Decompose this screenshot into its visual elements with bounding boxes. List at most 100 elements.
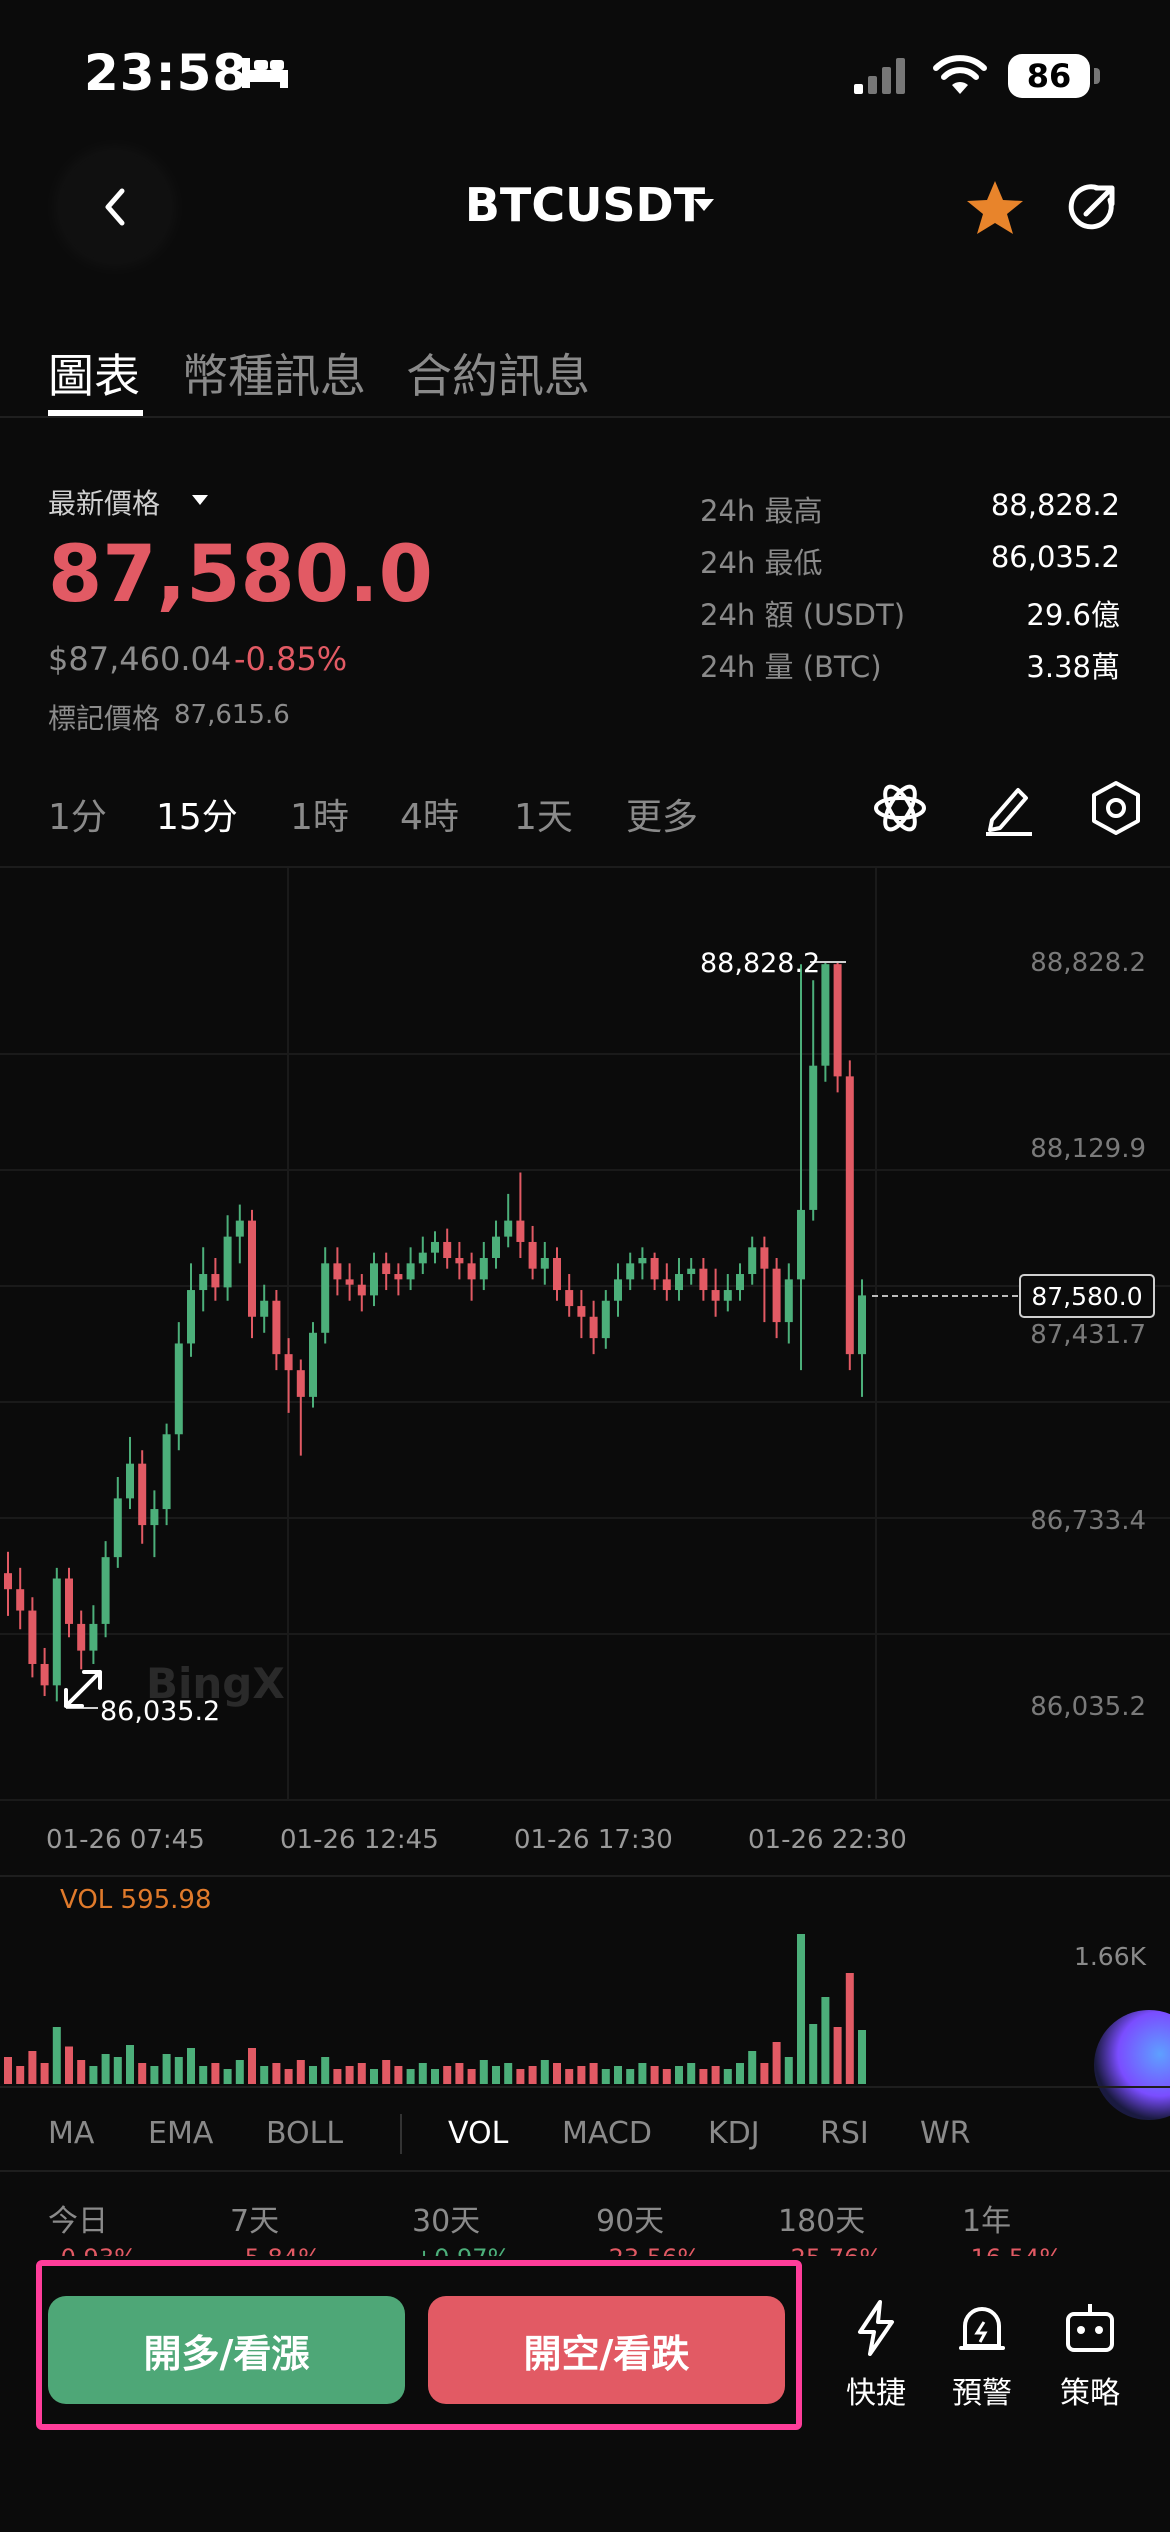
candle-body [223, 1236, 232, 1288]
volume-label: VOL 595.98 [60, 1885, 212, 1915]
tabs-divider [0, 416, 1170, 418]
candle-body [77, 1623, 86, 1651]
candle-body [467, 1263, 476, 1280]
volume-bar [235, 2060, 244, 2084]
stat-high-label: 24h 最高 [700, 494, 823, 528]
volume-bar [52, 2027, 61, 2084]
indicator-macd[interactable]: MACD [562, 2116, 652, 2151]
latest-price-label[interactable]: 最新價格 [48, 482, 160, 522]
volume-bar [528, 2066, 537, 2084]
perf-30d-label: 30天 [412, 2204, 481, 2239]
candle-body [553, 1257, 561, 1291]
volume-max-label: 1.66K [1073, 1942, 1146, 1971]
candle-body [126, 1463, 134, 1499]
candle-body [455, 1257, 464, 1264]
interval-1h[interactable]: 1時 [290, 788, 349, 840]
interval-15m[interactable]: 15分 [156, 788, 238, 840]
volume-bar [431, 2069, 439, 2084]
candle-body [199, 1274, 208, 1291]
price-change-percent: -0.85% [234, 640, 348, 678]
price-alert-label: 預警 [952, 2376, 1012, 2411]
interval-more[interactable]: 更多 [626, 788, 698, 840]
volume-bar [540, 2060, 549, 2084]
volume-bar [174, 2057, 183, 2084]
high-marker-label: 88,828.2 [700, 948, 820, 979]
interval-4h[interactable]: 4時 [400, 788, 459, 840]
volume-bar [504, 2063, 513, 2084]
candle-body [162, 1434, 171, 1510]
volume-bar [614, 2066, 622, 2084]
draw-pencil-icon[interactable] [984, 780, 1034, 840]
volume-bar [357, 2063, 366, 2084]
favorite-star-icon[interactable] [964, 178, 1026, 242]
volume-bar [626, 2069, 635, 2084]
current-price-label: 87,580.0 [1031, 1282, 1142, 1311]
indicator-rsi[interactable]: RSI [820, 2116, 869, 2151]
candle-body [626, 1263, 635, 1280]
perf-7d-label: 7天 [230, 2204, 280, 2239]
candle-body [784, 1279, 793, 1323]
candle-body [650, 1257, 659, 1280]
candle-body [516, 1220, 525, 1242]
caret-down-icon[interactable] [692, 197, 716, 217]
volume-bar [638, 2063, 647, 2084]
candle-body [760, 1247, 769, 1269]
indicator-boll[interactable]: BOLL [266, 2116, 343, 2151]
candle-body [614, 1279, 622, 1301]
share-icon[interactable] [1064, 180, 1120, 240]
volume-bar [736, 2063, 744, 2084]
candle-body [174, 1343, 183, 1435]
battery-tip [1094, 68, 1100, 84]
strategy-button[interactable]: 策略 [1040, 2300, 1140, 2412]
indicator-vol[interactable]: VOL [448, 2116, 508, 2151]
caret-down-icon[interactable] [190, 492, 210, 511]
indicator-kdj[interactable]: KDJ [708, 2116, 760, 2151]
volume-bar [784, 2057, 793, 2084]
candle-body [284, 1354, 293, 1371]
lightning-icon [858, 2300, 894, 2356]
tab-contract-info[interactable]: 合約訊息 [406, 340, 590, 406]
indicator-wr[interactable]: WR [920, 2116, 971, 2151]
candle-body [187, 1290, 195, 1344]
candle-body [565, 1290, 574, 1307]
candle-body [577, 1306, 586, 1317]
volume-bar [296, 2060, 305, 2084]
volume-bar [16, 2066, 25, 2084]
alert-bell-icon [959, 2307, 1005, 2350]
x-axis: 01-26 07:45 01-26 12:45 01-26 17:30 01-26 2… [46, 1825, 907, 1855]
candle-body [797, 1209, 805, 1280]
candle-body [711, 1290, 720, 1301]
candle-body [65, 1578, 73, 1624]
price-alert-button[interactable]: 預警 [932, 2300, 1032, 2412]
quick-trade-button[interactable]: 快捷 [826, 2300, 926, 2412]
chart-settings-icon[interactable] [1090, 780, 1142, 840]
candle-body [675, 1274, 683, 1291]
volume-bar [4, 2057, 12, 2084]
volume-bar [467, 2069, 476, 2084]
volume-bar [699, 2069, 708, 2084]
indicator-ema[interactable]: EMA [148, 2116, 213, 2151]
last-price: 87,580.0 [48, 530, 433, 620]
tab-coin-info[interactable]: 幣種訊息 [182, 340, 366, 406]
interval-1d[interactable]: 1天 [514, 788, 573, 840]
chart-markers: 88,828.2 86,035.2 87,580.0 [64, 948, 1155, 1727]
candle-body [394, 1274, 403, 1280]
robot-icon [1066, 2304, 1114, 2352]
candle-body [772, 1268, 781, 1323]
volume-bar [748, 2051, 757, 2084]
stat-high-value: 88,828.2 [990, 488, 1120, 522]
candle-body [321, 1263, 330, 1333]
indicator-ma[interactable]: MA [48, 2116, 94, 2151]
tab-chart[interactable]: 圖表 [48, 340, 140, 406]
stat-low-label: 24h 最低 [700, 546, 823, 580]
volume-bar [89, 2066, 98, 2084]
volume-bar [723, 2069, 732, 2084]
volume-bar [492, 2066, 500, 2084]
stat-volume-value: 3.38萬 [1026, 650, 1120, 684]
volume-bar [711, 2066, 720, 2084]
volume-bar [516, 2069, 525, 2084]
indicator-atom-icon[interactable] [872, 780, 928, 840]
low-marker-label: 86,035.2 [100, 1696, 220, 1727]
expand-chart-icon[interactable] [64, 1670, 102, 1708]
interval-1m[interactable]: 1分 [48, 788, 107, 840]
